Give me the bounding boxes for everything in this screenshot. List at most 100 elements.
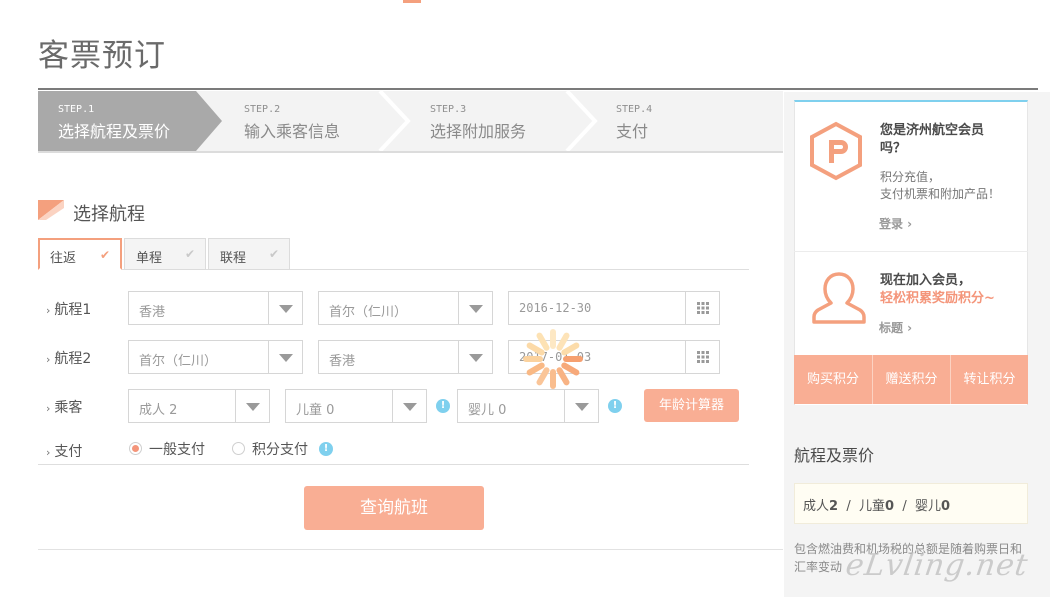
fare-summary-box: 成人2 / 儿童0 / 婴儿0 [794,483,1028,524]
chevron-down-icon[interactable] [268,292,302,324]
chevron-down-icon[interactable] [458,341,492,373]
member-description-line-1: 积分充值， [880,170,941,184]
tab-one-way[interactable]: 单程 ✔ [124,238,206,270]
tab-multi-city[interactable]: 联程 ✔ [208,238,290,270]
section-flag-icon [38,200,64,220]
step-1-number: STEP.1 [58,104,95,115]
segment-2-destination-value: 香港 [329,354,356,369]
payment-points-radio[interactable] [232,442,245,455]
adult-count-select[interactable]: 成人 2 [128,389,270,423]
payment-label: › 支付 [46,441,82,461]
check-icon: ✔ [184,247,195,261]
chevron-down-icon[interactable] [392,390,426,422]
segment-2-label: › 航程2 [46,348,91,368]
infant-count-select[interactable]: 婴儿 0 [457,389,599,423]
title-divider [38,88,1038,90]
page-title: 客票预订 [38,38,166,74]
calendar-icon[interactable] [685,292,719,324]
member-question: 您是济州航空会员 吗？ [880,122,984,158]
check-icon: ✔ [268,247,279,261]
tab-multi-city-label: 联程 [220,251,247,266]
points-action-bar: 购买积分 赠送积分 转让积分 [794,355,1028,404]
step-3-chevron [565,91,598,151]
segment-1-destination-select[interactable]: 首尔（仁川） [318,291,493,325]
check-icon: ✔ [99,248,110,262]
passengers-label-text: 乘客 [54,400,83,416]
user-profile-icon [812,272,866,324]
member-question-line-1: 您是济州航空会员 [880,123,985,138]
chevron-right-icon: › [46,304,51,317]
info-icon[interactable]: ! [319,442,333,456]
child-count-select[interactable]: 儿童 0 [285,389,427,423]
step-1-label: 选择航程及票价 [58,122,171,141]
fare-infant-label: 婴儿 [914,499,941,514]
segment-1-date-value: 2016-12-30 [519,301,592,315]
bottom-divider [38,549,783,550]
chevron-right-icon: › [46,353,51,366]
step-2-number: STEP.2 [244,104,281,115]
chevron-down-icon[interactable] [458,292,492,324]
segment-2-origin-value: 首尔（仁川） [139,354,218,369]
segment-1-date-input[interactable]: 2016-12-30 [508,291,720,325]
buy-points-button[interactable]: 购买积分 [794,355,872,404]
fare-separator: / [902,499,907,514]
age-calculator-button[interactable]: 年龄计算器 [644,389,739,422]
watermark: eLvling.net [843,548,1031,583]
fare-summary-title: 航程及票价 [794,446,875,465]
step-1-arrow [196,91,222,151]
gift-points-button[interactable]: 赠送积分 [873,355,950,404]
section-title: 选择航程 [73,204,145,225]
join-member-line-1: 现在加入会员， [880,273,972,288]
chevron-down-icon[interactable] [268,341,302,373]
segment-1-origin-value: 香港 [139,305,166,320]
payment-normal-label[interactable]: 一般支付 [149,439,205,459]
join-member-link[interactable]: 标题 › [879,319,912,336]
tab-round-trip-label: 往返 [50,251,77,266]
chevron-right-icon: › [46,446,51,459]
points-p-icon [810,121,862,181]
join-member-line-2: 轻松积累奖励积分~ [880,291,995,306]
segment-1-label: › 航程1 [46,299,91,319]
login-link[interactable]: 登录 › [879,215,912,232]
segment-1-origin-select[interactable]: 香港 [128,291,303,325]
info-icon[interactable]: ! [436,399,450,413]
step-4: STEP.4 支付 [596,91,766,151]
step-3-label: 选择附加服务 [430,122,527,141]
step-2-chevron [378,91,411,151]
fare-adult-label: 成人 [803,499,830,514]
segment-2-destination-select[interactable]: 香港 [318,340,493,374]
tab-round-trip[interactable]: 往返 ✔ [38,238,122,270]
fare-child-count: 0 [885,499,895,514]
transfer-points-button[interactable]: 转让积分 [951,355,1028,404]
chevron-down-icon[interactable] [564,390,598,422]
search-flights-button[interactable]: 查询航班 [304,486,484,530]
payment-label-text: 支付 [54,444,83,460]
payment-points-label[interactable]: 积分支付 [252,439,308,459]
member-description-line-2: 支付机票和附加产品！ [880,187,1001,201]
step-2-label: 输入乘客信息 [244,122,341,141]
info-icon[interactable]: ! [608,399,622,413]
infant-count-value: 婴儿 0 [468,403,507,418]
step-3-number: STEP.3 [430,104,467,115]
step-4-number: STEP.4 [616,104,653,115]
fare-separator: / [846,499,851,514]
loading-spinner-icon [523,329,583,389]
segment-2-label-text: 航程2 [54,351,92,367]
step-1: STEP.1 选择航程及票价 [38,91,196,151]
payment-normal-radio[interactable] [129,442,142,455]
step-progress-bar: STEP.1 选择航程及票价 STEP.2 输入乘客信息 STEP.3 选择附加… [38,91,783,153]
join-member-promo: 现在加入会员， 轻松积累奖励积分~ [880,272,995,308]
chevron-down-icon[interactable] [235,390,269,422]
tab-one-way-label: 单程 [136,251,163,266]
segment-2-origin-select[interactable]: 首尔（仁川） [128,340,303,374]
adult-count-value: 成人 2 [139,403,178,418]
top-accent-mark [403,0,421,3]
step-2: STEP.2 输入乘客信息 [224,91,394,151]
form-divider [38,464,749,465]
member-description: 积分充值， 支付机票和附加产品！ [880,169,1000,203]
member-panel-divider [794,251,1028,252]
chevron-right-icon: › [46,402,51,415]
calendar-icon[interactable] [685,341,719,373]
fare-adult-count: 2 [829,499,839,514]
segment-1-destination-value: 首尔（仁川） [329,305,408,320]
